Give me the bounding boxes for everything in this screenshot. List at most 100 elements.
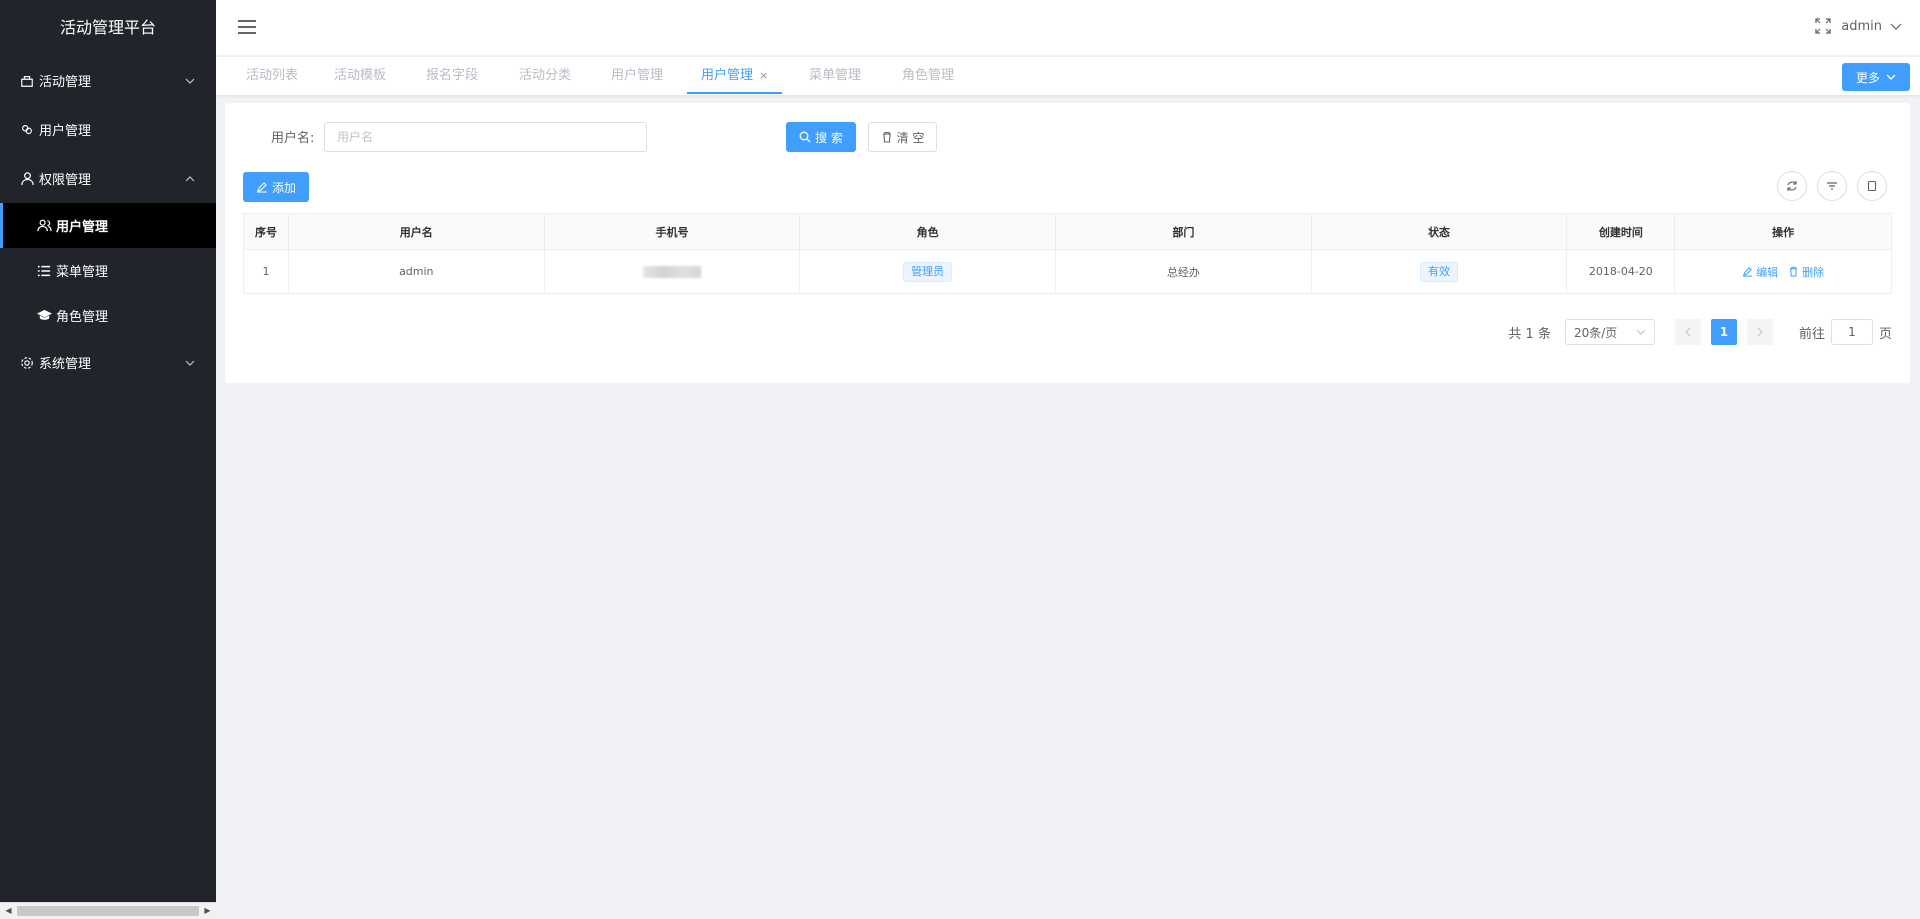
app-title: 活动管理平台 bbox=[59, 18, 156, 37]
menu-permissions[interactable]: 权限管理 bbox=[0, 154, 216, 203]
chevron-down-icon bbox=[1886, 74, 1896, 80]
tab-label: 菜单管理 bbox=[809, 68, 862, 83]
more-label: 更多 bbox=[1855, 70, 1880, 85]
graduation-cap-icon bbox=[36, 308, 52, 324]
column-filter-button[interactable] bbox=[1817, 171, 1847, 201]
tab-user-management[interactable]: 用户管理 bbox=[611, 57, 663, 94]
tab-label: 用户管理 bbox=[701, 68, 754, 83]
scrollbar-thumb[interactable] bbox=[17, 906, 199, 916]
cell-status: 有效 bbox=[1312, 250, 1568, 293]
document-icon bbox=[1867, 180, 1877, 192]
users-icon bbox=[19, 122, 35, 138]
delete-label: 删除 bbox=[1802, 265, 1825, 279]
tab-bar: 活动列表 活动模板 报名字段 活动分类 用户管理 用户管理 × 菜单管理 角色管理… bbox=[216, 57, 1920, 95]
tab-activity-template[interactable]: 活动模板 bbox=[334, 57, 386, 94]
tab-label: 活动列表 bbox=[246, 68, 299, 83]
delete-link[interactable]: 删除 bbox=[1788, 264, 1824, 280]
menu-activity[interactable]: 活动管理 bbox=[0, 56, 216, 105]
refresh-button[interactable] bbox=[1777, 171, 1807, 201]
horizontal-scrollbar[interactable]: ◀ ▶ bbox=[0, 902, 216, 919]
page-jumper: 前往 页 bbox=[1799, 319, 1892, 345]
sidebar: 活动管理平台 活动管理 用户管理 权限管理 用户管理 菜单管理 角色管理 系统管… bbox=[0, 0, 216, 919]
column-header: 操作 bbox=[1675, 214, 1891, 249]
close-icon[interactable]: × bbox=[759, 69, 768, 82]
cell-role: 管理员 bbox=[800, 250, 1057, 293]
print-button[interactable] bbox=[1857, 171, 1887, 201]
menu-users-label: 用户管理 bbox=[39, 124, 92, 139]
tab-menu-management[interactable]: 菜单管理 bbox=[809, 57, 861, 94]
gear-icon bbox=[19, 355, 35, 371]
chevron-down-icon[interactable] bbox=[1890, 20, 1902, 32]
scroll-left-icon[interactable]: ◀ bbox=[0, 903, 17, 919]
tab-user-management-active[interactable]: 用户管理 × bbox=[687, 57, 783, 94]
username-search-input[interactable] bbox=[324, 122, 647, 152]
clear-button[interactable]: 清 空 bbox=[868, 122, 937, 152]
add-user-button[interactable]: 添加 bbox=[243, 172, 309, 202]
edit-icon bbox=[256, 182, 267, 193]
sidebar-item-role-management[interactable]: 角色管理 bbox=[0, 293, 216, 338]
user-dropdown[interactable]: admin bbox=[1841, 19, 1882, 34]
tab-label: 角色管理 bbox=[902, 68, 955, 83]
sidebar-item-user-management[interactable]: 用户管理 bbox=[0, 203, 216, 248]
scroll-right-icon[interactable]: ▶ bbox=[199, 903, 216, 919]
chevron-left-icon bbox=[1685, 327, 1691, 337]
menu-users[interactable]: 用户管理 bbox=[0, 105, 216, 154]
prev-page-button[interactable] bbox=[1674, 319, 1701, 345]
trash-icon bbox=[882, 131, 891, 143]
tab-label: 活动分类 bbox=[519, 68, 572, 83]
more-tabs-button[interactable]: 更多 bbox=[1842, 63, 1910, 91]
status-badge: 有效 bbox=[1420, 261, 1459, 282]
clear-button-label: 清 空 bbox=[896, 130, 925, 145]
tab-role-management[interactable]: 角色管理 bbox=[902, 57, 954, 94]
goto-suffix: 页 bbox=[1878, 326, 1892, 342]
menu-activity-label: 活动管理 bbox=[39, 75, 92, 90]
search-button-label: 搜 索 bbox=[815, 130, 843, 145]
user-icon bbox=[19, 171, 35, 187]
pagination: 共 1 条 20条/页 1 前往 页 bbox=[1508, 319, 1892, 345]
search-button[interactable]: 搜 索 bbox=[786, 122, 856, 152]
column-header: 创建时间 bbox=[1567, 214, 1676, 249]
add-button-label: 添加 bbox=[271, 180, 296, 195]
filter-icon bbox=[1827, 182, 1837, 190]
top-header: admin bbox=[216, 0, 1920, 56]
edit-icon bbox=[1743, 267, 1753, 277]
chevron-down-icon bbox=[185, 78, 195, 84]
tab-label: 用户管理 bbox=[611, 68, 664, 83]
username-label: 用户名: bbox=[271, 131, 315, 146]
table-header-row: 序号 用户名 手机号 角色 部门 状态 创建时间 操作 bbox=[244, 214, 1891, 250]
total-count: 共 1 条 bbox=[1508, 326, 1551, 342]
chevron-down-icon bbox=[185, 360, 195, 366]
chevron-up-icon bbox=[185, 175, 195, 181]
goto-page-input[interactable] bbox=[1830, 319, 1873, 345]
chevron-down-icon bbox=[1636, 329, 1646, 335]
fullscreen-icon[interactable] bbox=[1815, 18, 1831, 34]
sidebar-item-menu-management[interactable]: 菜单管理 bbox=[0, 248, 216, 293]
list-icon bbox=[36, 263, 52, 279]
column-header: 状态 bbox=[1311, 214, 1568, 249]
tab-activity-list[interactable]: 活动列表 bbox=[246, 57, 298, 94]
bag-icon bbox=[19, 73, 35, 89]
main-card: 用户名: 搜 索 清 空 添加 序号 用户名 手机号 角色 部门 状态 创建时间… bbox=[225, 103, 1910, 383]
edit-link[interactable]: 编辑 bbox=[1742, 264, 1778, 280]
page-1-button[interactable]: 1 bbox=[1710, 319, 1737, 345]
edit-label: 编辑 bbox=[1756, 265, 1779, 279]
users-icon bbox=[36, 218, 52, 234]
table-row: 1 admin 管理员 总经办 有效 2018-04-20 编辑 删除 bbox=[244, 250, 1891, 293]
menu-system-label: 系统管理 bbox=[39, 357, 92, 372]
sidebar-item-label: 角色管理 bbox=[56, 310, 109, 325]
tab-activity-category[interactable]: 活动分类 bbox=[519, 57, 571, 94]
cell-actions: 编辑 删除 bbox=[1675, 250, 1891, 293]
tab-signup-fields[interactable]: 报名字段 bbox=[426, 57, 478, 94]
next-page-button[interactable] bbox=[1746, 319, 1773, 345]
sidebar-item-label: 菜单管理 bbox=[56, 265, 109, 280]
page-size-value: 20条/页 bbox=[1573, 325, 1618, 340]
cell-dept: 总经办 bbox=[1056, 250, 1312, 293]
column-header: 角色 bbox=[800, 214, 1057, 249]
cell-index: 1 bbox=[244, 250, 289, 293]
chevron-right-icon bbox=[1757, 327, 1763, 337]
menu-permissions-label: 权限管理 bbox=[39, 173, 92, 188]
menu-system[interactable]: 系统管理 bbox=[0, 338, 216, 387]
goto-prefix: 前往 bbox=[1798, 326, 1825, 342]
hamburger-icon[interactable] bbox=[238, 19, 256, 35]
page-size-select[interactable]: 20条/页 bbox=[1564, 319, 1655, 345]
